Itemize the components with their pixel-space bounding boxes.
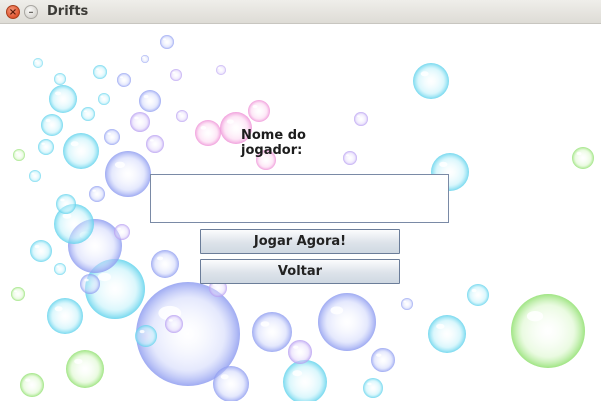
bubble (81, 107, 95, 121)
bubble (139, 90, 161, 112)
bubble (467, 284, 489, 306)
bubble (13, 149, 25, 161)
bubble (252, 312, 292, 352)
bubble (401, 298, 413, 310)
bubble (160, 35, 174, 49)
minimize-icon[interactable]: – (24, 5, 38, 19)
bubble (41, 114, 63, 136)
back-button[interactable]: Voltar (200, 259, 400, 284)
bubble (114, 224, 130, 240)
bubble (117, 73, 131, 87)
bubble (216, 65, 226, 75)
bubble (105, 151, 151, 197)
bubble (56, 194, 76, 214)
bubble (176, 110, 188, 122)
window-title: Drifts (47, 4, 89, 19)
bubble (98, 93, 110, 105)
bubble (33, 58, 43, 68)
bubble (30, 240, 52, 262)
bubble (572, 147, 594, 169)
bubble (511, 294, 585, 368)
bubble (11, 287, 25, 301)
bubble (130, 112, 150, 132)
bubble (54, 263, 66, 275)
bubble (20, 373, 44, 397)
bubble (63, 133, 99, 169)
bubble (49, 85, 77, 113)
bubble (428, 315, 466, 353)
bubble (104, 129, 120, 145)
bubble (47, 298, 83, 334)
bubble (38, 139, 54, 155)
bubble (170, 69, 182, 81)
bubble (413, 63, 449, 99)
bubble (283, 360, 327, 401)
bubble (66, 350, 104, 388)
bubble (54, 73, 66, 85)
bubble (318, 293, 376, 351)
bubble (195, 120, 221, 146)
bubble (288, 340, 312, 364)
play-now-button[interactable]: Jogar Agora! (200, 229, 400, 254)
bubble (29, 170, 41, 182)
bubble (146, 135, 164, 153)
bubble (371, 348, 395, 372)
bubble (80, 274, 100, 294)
main-panel: Nome do jogador: Jogar Agora! Voltar (0, 24, 601, 401)
player-name-input[interactable] (150, 174, 449, 223)
close-icon[interactable]: × (6, 5, 20, 19)
bubble (248, 100, 270, 122)
bubble (354, 112, 368, 126)
bubble (135, 325, 157, 347)
bubble (363, 378, 383, 398)
bubble (141, 55, 149, 63)
bubble (93, 65, 107, 79)
bubble (213, 366, 249, 401)
bubble (151, 250, 179, 278)
app-window: × – Drifts Nome do jogador: Jogar Agora!… (0, 0, 601, 401)
bubble (89, 186, 105, 202)
player-name-label: Nome do jogador: (241, 128, 306, 158)
title-bar[interactable]: × – Drifts (0, 0, 601, 24)
bubble (165, 315, 183, 333)
